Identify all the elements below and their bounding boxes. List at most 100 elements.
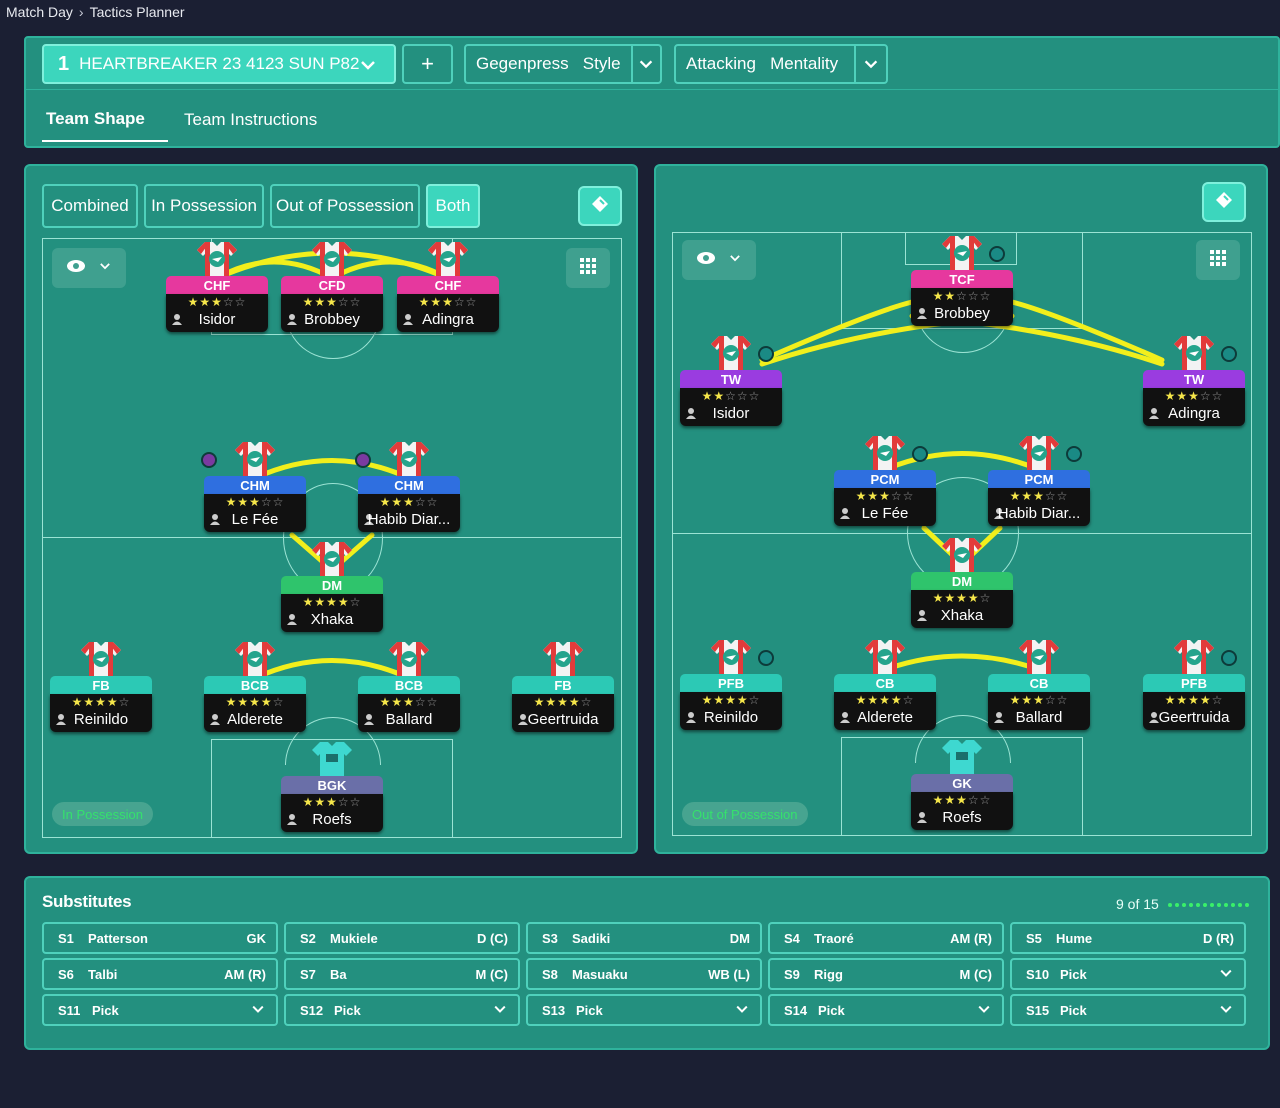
sub-position: WB (L) <box>708 966 750 982</box>
sub-slot-s1[interactable]: S1 Patterson GK <box>42 922 278 954</box>
filter-out-of-possession[interactable]: Out of Possession <box>270 184 420 228</box>
sub-slot-s10[interactable]: S10 Pick <box>1010 958 1246 990</box>
ip-player-card[interactable]: CHF ★★★☆☆ Isidor <box>166 240 268 332</box>
player-info: ★★★★☆ Geertruida <box>1143 692 1245 730</box>
eraser-icon <box>1215 191 1233 214</box>
ip-player-card[interactable]: CHM ★★★☆☆ Le Fée <box>201 440 306 532</box>
style-value: Gegenpress <box>476 54 569 73</box>
role-rating-stars: ★★☆☆☆ <box>701 389 761 403</box>
tactic-selector[interactable]: 1 HEARTBREAKER 23 4123 SUN P82 <box>42 44 396 84</box>
oop-player-card[interactable]: TCF ★★☆☆☆ Brobbey <box>911 234 1013 326</box>
role-rating-stars: ★★☆☆☆ <box>932 289 992 303</box>
oop-player-card[interactable]: PFB ★★★★☆ Reinildo <box>680 638 782 730</box>
filter-both[interactable]: Both <box>426 184 480 228</box>
sub-player-name: Traoré <box>814 930 854 946</box>
sub-slot-s8[interactable]: S8 Masuaku WB (L) <box>526 958 762 990</box>
role-label: GK <box>911 774 1013 792</box>
role-badge-icon <box>1221 650 1237 666</box>
sub-slot-s12[interactable]: S12 Pick <box>284 994 520 1026</box>
sub-player-name: Pick <box>1060 966 1087 982</box>
grid-view-button[interactable] <box>1196 240 1240 280</box>
ip-player-card[interactable]: FB ★★★★☆ Reinildo <box>50 640 152 732</box>
sub-slot-s13[interactable]: S13 Pick <box>526 994 762 1026</box>
player-info: ★★★★☆ Alderete <box>834 692 936 730</box>
player-name: Adingra <box>422 311 474 328</box>
out-of-possession-label: Out of Possession <box>682 802 808 826</box>
sub-slot-s7[interactable]: S7 Ba M (C) <box>284 958 520 990</box>
grid-view-button[interactable] <box>566 248 610 288</box>
shirt-icon <box>312 540 352 576</box>
sub-slot-s11[interactable]: S11 Pick <box>42 994 278 1026</box>
player-name: Ballard <box>385 711 433 728</box>
sub-slot-s6[interactable]: S6 Talbi AM (R) <box>42 958 278 990</box>
eraser-button[interactable] <box>578 186 622 226</box>
role-rating-stars: ★★★☆☆ <box>1009 489 1069 503</box>
role-rating-stars: ★★★★☆ <box>855 693 915 707</box>
ip-player-card[interactable]: BCB ★★★★☆ Alderete <box>204 640 306 732</box>
mentality-dropdown[interactable]: Attacking Mentality <box>674 44 888 84</box>
eraser-button[interactable] <box>1202 182 1246 222</box>
shirt-icon <box>81 640 121 676</box>
sub-slot-s9[interactable]: S9 Rigg M (C) <box>768 958 1004 990</box>
mentality-value: Attacking <box>686 54 756 73</box>
breadcrumb-root[interactable]: Match Day <box>6 4 73 20</box>
oop-player-card[interactable]: CB ★★★☆☆ Ballard <box>988 638 1090 730</box>
tab-team-shape[interactable]: Team Shape <box>42 98 168 142</box>
oop-player-card[interactable]: PCM ★★★☆☆ Habib Diar... <box>988 434 1090 526</box>
oop-player-card[interactable]: TW ★★☆☆☆ Isidor <box>680 334 782 426</box>
style-dropdown[interactable]: Gegenpress Style <box>464 44 662 84</box>
role-label: BGK <box>281 776 383 794</box>
sub-player-name: Pick <box>818 1002 845 1018</box>
role-rating-stars: ★★★★☆ <box>701 693 761 707</box>
shirt-icon <box>942 536 982 572</box>
ip-player-card[interactable]: BGK ★★★☆☆ Roefs <box>281 740 383 832</box>
sub-slot-label: S4 <box>784 930 800 946</box>
oop-player-card[interactable]: PCM ★★★☆☆ Le Fée <box>834 434 936 526</box>
player-info: ★★★☆☆ Isidor <box>166 294 268 332</box>
role-badge-icon <box>1221 346 1237 362</box>
eraser-icon <box>591 195 609 218</box>
tab-team-instructions[interactable]: Team Instructions <box>180 98 321 142</box>
sub-slot-s3[interactable]: S3 Sadiki DM <box>526 922 762 954</box>
chevron-down-icon <box>630 46 660 82</box>
ip-player-card[interactable]: CHM ★★★☆☆ Habib Diar... <box>355 440 460 532</box>
player-info: ★★★★☆ Xhaka <box>281 594 383 632</box>
add-tactic-button[interactable]: + <box>402 44 453 84</box>
oop-player-card[interactable]: DM ★★★★☆ Xhaka <box>911 536 1013 628</box>
role-badge-icon <box>201 452 217 468</box>
sub-slot-s5[interactable]: S5 Hume D (R) <box>1010 922 1246 954</box>
sub-position: D (C) <box>476 930 508 946</box>
role-label: TW <box>1143 370 1245 388</box>
sub-slot-s4[interactable]: S4 Traoré AM (R) <box>768 922 1004 954</box>
player-info: ★★★☆☆ Habib Diar... <box>358 494 460 532</box>
breadcrumb-current: Tactics Planner <box>89 4 185 20</box>
grid-icon <box>580 257 596 279</box>
role-badge-icon <box>912 446 928 462</box>
ip-player-card[interactable]: CFD ★★★☆☆ Brobbey <box>281 240 383 332</box>
chevron-down-icon <box>728 251 742 270</box>
role-label: DM <box>911 572 1013 590</box>
player-info: ★★★★☆ Reinildo <box>50 694 152 732</box>
ip-player-card[interactable]: BCB ★★★☆☆ Ballard <box>358 640 460 732</box>
player-info: ★★☆☆☆ Brobbey <box>911 288 1013 326</box>
filter-combined[interactable]: Combined <box>42 184 138 228</box>
oop-player-card[interactable]: CB ★★★★☆ Alderete <box>834 638 936 730</box>
sub-slot-s15[interactable]: S15 Pick <box>1010 994 1246 1026</box>
sub-player-name: Patterson <box>88 930 148 946</box>
ip-player-card[interactable]: FB ★★★★☆ Geertruida <box>512 640 614 732</box>
filter-in-possession[interactable]: In Possession <box>144 184 264 228</box>
chevron-down-icon <box>976 1001 992 1020</box>
sub-slot-s14[interactable]: S14 Pick <box>768 994 1004 1026</box>
oop-player-card[interactable]: TW ★★★☆☆ Adingra <box>1143 334 1245 426</box>
visibility-toggle[interactable] <box>52 248 126 288</box>
shirt-icon <box>235 440 275 476</box>
sub-slot-s2[interactable]: S2 Mukiele D (C) <box>284 922 520 954</box>
ip-player-card[interactable]: CHF ★★★☆☆ Adingra <box>397 240 499 332</box>
role-label: PFB <box>1143 674 1245 692</box>
player-name: Le Fée <box>231 511 279 528</box>
oop-player-card[interactable]: PFB ★★★★☆ Geertruida <box>1143 638 1245 730</box>
visibility-toggle[interactable] <box>682 240 756 280</box>
ip-player-card[interactable]: DM ★★★★☆ Xhaka <box>281 540 383 632</box>
chevron-down-icon <box>358 55 378 80</box>
oop-player-card[interactable]: GK ★★★☆☆ Roefs <box>911 738 1013 830</box>
